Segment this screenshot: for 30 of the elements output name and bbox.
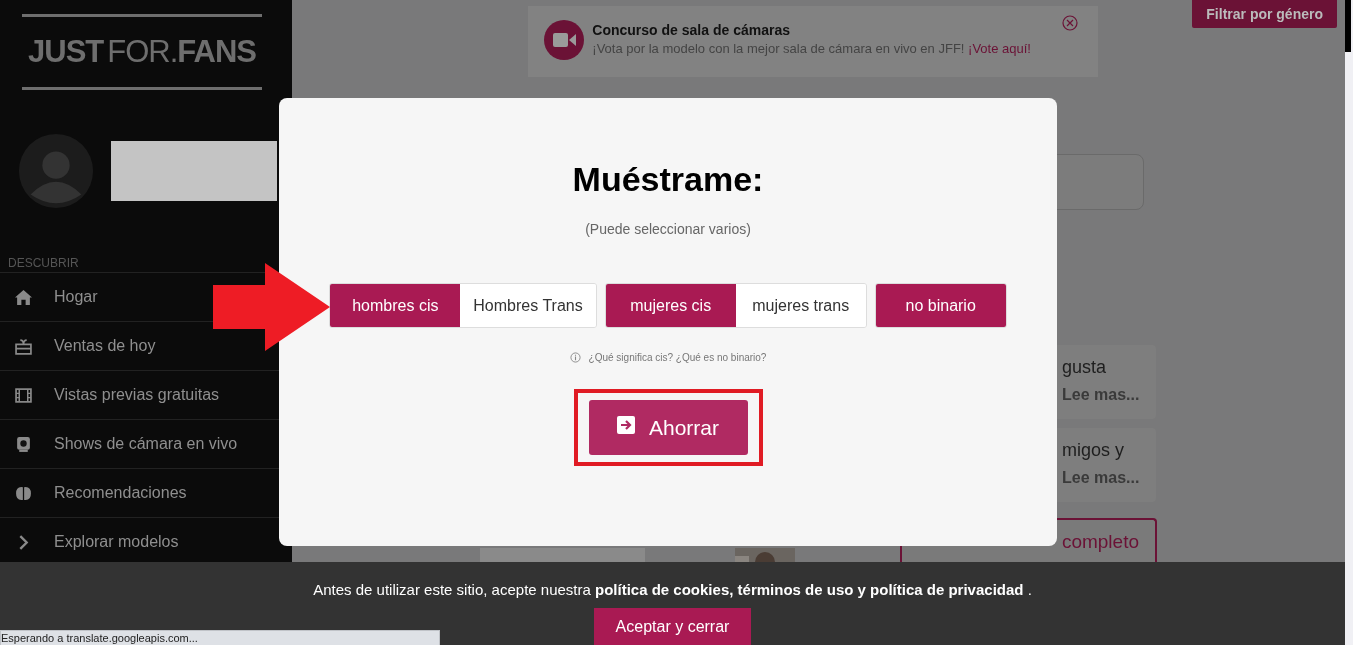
banner-title: Concurso de sala de cámaras: [592, 22, 791, 38]
gift-icon: [15, 337, 32, 355]
logo[interactable]: JUSTFOR.FANS: [22, 14, 262, 90]
toggle-button[interactable]: mujeres cis: [605, 284, 736, 327]
brain-icon: [15, 484, 32, 502]
card-text: migos y: [1062, 440, 1125, 461]
vote-link[interactable]: ¡Vote aquí!: [968, 41, 1031, 56]
arrow-box-icon: [617, 415, 635, 434]
filter-button[interactable]: Filtrar por género: [1192, 0, 1337, 28]
toggle-button[interactable]: Hombres Trans: [460, 284, 596, 327]
film-icon: [15, 386, 32, 404]
hint-text: (Puede seleccionar varios): [585, 221, 751, 237]
home-icon: [15, 288, 32, 306]
video-camera-icon: [544, 20, 585, 60]
toggle-button[interactable]: no binario: [875, 284, 1006, 327]
status-tooltip: Esperando a translate.googleapis.com...: [0, 630, 440, 645]
scrollbar[interactable]: [1345, 0, 1353, 645]
help-link[interactable]: ¿Qué significa cis? ¿Qué es no binario?: [588, 352, 767, 363]
cookie-text: Antes de utilizar este sitio, acepte nuestra política de cookies, términos de uso y política de privacidad .: [313, 581, 1032, 598]
webcam-icon: [15, 435, 32, 453]
banner-text: ¡Vota por la modelo con la mejor sala de cámara en vivo en JFF!: [592, 41, 965, 56]
section-label: DESCUBRIR: [8, 256, 80, 272]
modal-title: Muéstrame:: [572, 160, 764, 199]
toggle-button[interactable]: mujeres trans: [735, 284, 866, 327]
close-icon[interactable]: [1062, 15, 1079, 31]
accept-button[interactable]: Aceptar y cerrar: [593, 608, 752, 645]
toggle-button[interactable]: hombres cis: [330, 284, 461, 327]
save-button[interactable]: Ahorrar: [588, 400, 748, 455]
card-text: gusta: [1062, 357, 1108, 378]
info-icon: [569, 352, 581, 363]
